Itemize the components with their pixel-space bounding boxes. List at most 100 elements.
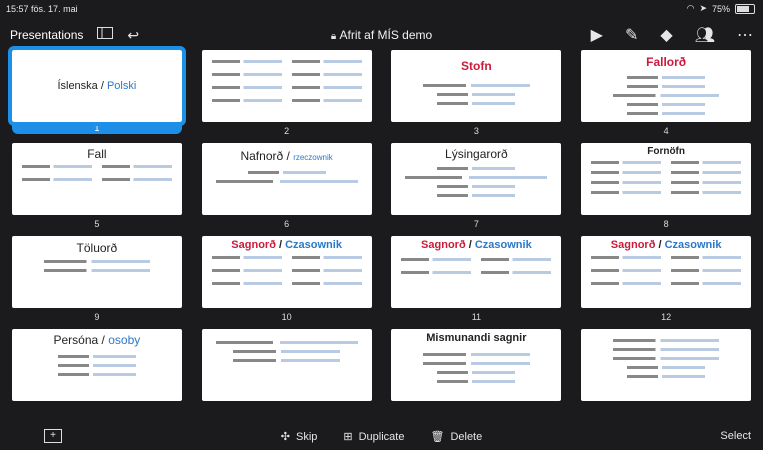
slide-title: Sagnorð / Czasownik bbox=[610, 239, 722, 251]
slide-title: Fallorð bbox=[646, 55, 687, 69]
skip-button[interactable]: ✣ Skip bbox=[280, 430, 318, 444]
slide-body bbox=[401, 256, 552, 276]
select-button[interactable]: Select bbox=[720, 430, 751, 442]
slide-thumbnail[interactable] bbox=[201, 50, 372, 122]
slide-cell-1[interactable]: Íslenska / Polski 1 bbox=[7, 46, 186, 143]
slide-body bbox=[215, 165, 358, 189]
duplicate-button[interactable]: ⊞ Duplicate bbox=[343, 430, 405, 444]
battery-icon bbox=[735, 3, 755, 14]
delete-button[interactable]: 🗑︎ Delete bbox=[430, 430, 483, 444]
slide-cell-14[interactable] bbox=[200, 329, 374, 422]
format-brush-icon[interactable]: ✎ bbox=[625, 25, 638, 45]
slide-body bbox=[211, 254, 362, 287]
skip-label: Skip bbox=[295, 430, 318, 443]
slide-cell-7[interactable]: Lýsingarorð 7 bbox=[390, 143, 564, 236]
slide-title: Sagnorð / Czasownik bbox=[231, 239, 342, 251]
toolbar-right: ▶ ✎ ◆ 👥︎ ⋯ bbox=[591, 25, 753, 45]
slide-title: Sagnorð / Czasownik bbox=[421, 239, 532, 251]
slide-thumbnail[interactable]: Persóna / osoby bbox=[11, 329, 182, 401]
slide-body bbox=[211, 58, 362, 104]
slide-thumbnail[interactable]: Fornöfn bbox=[581, 143, 752, 215]
slide-cell-4[interactable]: Fallorð 4 bbox=[579, 50, 753, 143]
slide-number: 2 bbox=[284, 126, 290, 136]
status-time: 15:57 bbox=[6, 4, 29, 14]
slide-title: Persóna / osoby bbox=[53, 333, 141, 347]
slide-cell-10[interactable]: Sagnorð / Czasownik 10 bbox=[200, 236, 374, 329]
slide-thumbnail[interactable]: Mismunandi sagnir bbox=[391, 329, 562, 401]
slide-cell-12[interactable]: Sagnorð / Czasownik 12 bbox=[579, 236, 753, 329]
slide-thumbnail[interactable]: Sagnorð / Czasownik bbox=[581, 236, 752, 308]
slide-body bbox=[405, 347, 547, 389]
slide-title: Fornöfn bbox=[647, 146, 685, 157]
bottom-toolbar: + ✣ Skip ⊞ Duplicate 🗑︎ Delete Select bbox=[0, 424, 763, 450]
slide-body bbox=[215, 335, 358, 368]
slide-title: Nafnorð / rzeczownik bbox=[240, 149, 333, 163]
slide-thumbnail[interactable] bbox=[581, 329, 752, 401]
slide-body bbox=[405, 78, 547, 111]
slide-number: 8 bbox=[663, 219, 669, 229]
slide-body bbox=[405, 161, 548, 203]
collaborate-icon[interactable]: 👥︎ bbox=[695, 25, 715, 45]
slide-thumbnail[interactable]: Töluorð bbox=[11, 236, 182, 308]
slide-actions: ✣ Skip ⊞ Duplicate 🗑︎ Delete bbox=[0, 430, 763, 444]
slide-title: Fall bbox=[87, 147, 107, 161]
slide-number: 10 bbox=[281, 312, 292, 322]
status-time-date: 15:57 fös. 17. mai bbox=[6, 4, 78, 14]
wifi-icon: ◠ bbox=[686, 3, 695, 13]
slide-thumbnail[interactable]: Stofn bbox=[391, 50, 562, 122]
slide-thumbnail[interactable]: Sagnorð / Czasownik bbox=[391, 236, 562, 308]
status-bar: 15:57 fös. 17. mai ◠ ➤ 75% bbox=[0, 0, 763, 18]
slide-cell-9[interactable]: Töluorð 9 bbox=[10, 236, 184, 329]
delete-label: Delete bbox=[450, 430, 483, 443]
slide-thumbnail[interactable] bbox=[201, 329, 372, 401]
trash-icon: 🗑︎ bbox=[430, 431, 445, 443]
slide-number: 5 bbox=[94, 219, 100, 229]
slide-thumbnail[interactable]: Sagnorð / Czasownik bbox=[201, 236, 372, 308]
slide-cell-16[interactable] bbox=[579, 329, 753, 422]
slide-number: 7 bbox=[473, 219, 479, 229]
slide-body bbox=[26, 254, 168, 278]
slide-cell-6[interactable]: Nafnorð / rzeczownik 6 bbox=[200, 143, 374, 236]
slide-body bbox=[26, 349, 168, 382]
slide-grid: Íslenska / Polski 1 2 Stofn 3 Fallorð 4 … bbox=[0, 46, 763, 422]
slide-thumbnail[interactable]: Íslenska / Polski bbox=[7, 46, 186, 126]
document-title: Afrit af MÍS demo bbox=[339, 28, 433, 42]
slide-cell-2[interactable]: 2 bbox=[200, 50, 374, 143]
lock-icon: 🔒︎ bbox=[330, 31, 337, 42]
slide-number: 12 bbox=[661, 312, 672, 322]
slide-number: 6 bbox=[284, 219, 290, 229]
slide-number: 9 bbox=[94, 312, 100, 322]
slide-body bbox=[21, 163, 172, 183]
slide-number: 3 bbox=[473, 126, 479, 136]
slide-title: Töluorð bbox=[76, 241, 118, 255]
slide-cell-8[interactable]: Fornöfn 8 bbox=[579, 143, 753, 236]
slide-number: 1 bbox=[11, 122, 182, 134]
slide-thumbnail[interactable]: Nafnorð / rzeczownik bbox=[201, 143, 372, 215]
slide-thumbnail[interactable]: Lýsingarorð bbox=[391, 143, 562, 215]
slide-number: 4 bbox=[663, 126, 669, 136]
duplicate-label: Duplicate bbox=[358, 430, 405, 443]
slide-body bbox=[591, 254, 742, 287]
slide-title: Íslenska / Polski bbox=[57, 80, 137, 92]
slide-cell-15[interactable]: Mismunandi sagnir bbox=[390, 329, 564, 422]
slide-number: 11 bbox=[471, 312, 482, 322]
battery-percent: 75% bbox=[711, 3, 730, 14]
skip-icon: ✣ bbox=[280, 431, 290, 443]
slide-title: Lýsingarorð bbox=[445, 147, 508, 161]
status-date: fös. 17. mai bbox=[31, 4, 78, 14]
slide-thumbnail[interactable]: Fallorð bbox=[581, 50, 752, 122]
slide-title: Stofn bbox=[461, 59, 492, 73]
slide-cell-5[interactable]: Fall 5 bbox=[10, 143, 184, 236]
play-icon[interactable]: ▶ bbox=[591, 25, 603, 45]
more-icon[interactable]: ⋯ bbox=[737, 25, 753, 45]
slide-cell-13[interactable]: Persóna / osoby bbox=[10, 329, 184, 422]
slide-body bbox=[595, 70, 737, 121]
slide-title: Mismunandi sagnir bbox=[426, 332, 527, 344]
insert-shape-icon[interactable]: ◆ bbox=[660, 25, 672, 45]
slide-body bbox=[595, 333, 737, 384]
toolbar: Presentations ↩ 🔒︎ Afrit af MÍS demo ▶ ✎… bbox=[0, 20, 763, 48]
slide-thumbnail[interactable]: Fall bbox=[11, 143, 182, 215]
slide-cell-11[interactable]: Sagnorð / Czasownik 11 bbox=[390, 236, 564, 329]
slide-body bbox=[591, 159, 742, 196]
slide-cell-3[interactable]: Stofn 3 bbox=[390, 50, 564, 143]
